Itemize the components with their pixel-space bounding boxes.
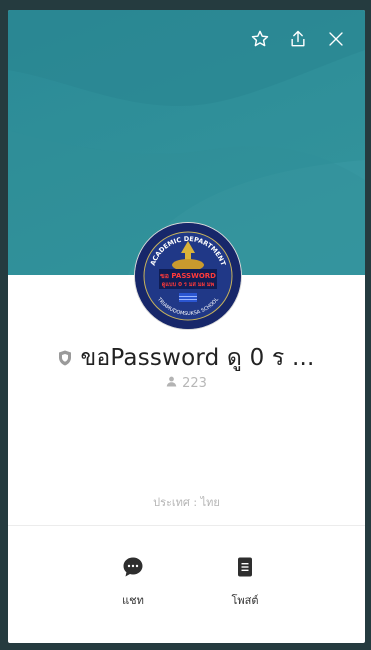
group-name: ขอPassword ดู 0 ร ... [80, 345, 315, 371]
tab-posts-label: โพสต์ [231, 594, 259, 607]
group-avatar[interactable]: ACADEMIC DEPARTMENT TRIAMUDOMSUKSA SCHOO… [135, 223, 241, 329]
star-outline-icon[interactable] [249, 28, 271, 50]
group-avatar-emblem: ACADEMIC DEPARTMENT TRIAMUDOMSUKSA SCHOO… [135, 223, 241, 329]
header-actions [249, 28, 347, 50]
note-icon [233, 555, 257, 579]
close-icon[interactable] [325, 28, 347, 50]
person-icon [166, 376, 177, 391]
country-label: ประเทศ : ไทย [153, 496, 220, 509]
share-icon[interactable] [287, 28, 309, 50]
chat-bubble-icon [121, 555, 145, 579]
member-count[interactable]: 223 [8, 376, 365, 391]
group-profile-card: ACADEMIC DEPARTMENT TRIAMUDOMSUKSA SCHOO… [8, 10, 365, 643]
member-count-value: 223 [182, 376, 207, 391]
svg-text:ดูแบบ 0 ร มส มผ มพ: ดูแบบ 0 ร มส มผ มพ [162, 281, 215, 289]
tab-chat[interactable]: แชท [108, 555, 158, 609]
window-frame: ACADEMIC DEPARTMENT TRIAMUDOMSUKSA SCHOO… [0, 0, 371, 650]
tab-posts[interactable]: โพสต์ [220, 555, 270, 609]
group-name-row: ขอPassword ดู 0 ร ... [8, 340, 365, 376]
shield-icon [58, 350, 72, 366]
tab-chat-label: แชท [122, 594, 144, 607]
svg-text:ขอ PASSWORD: ขอ PASSWORD [160, 272, 216, 280]
divider [8, 525, 365, 526]
